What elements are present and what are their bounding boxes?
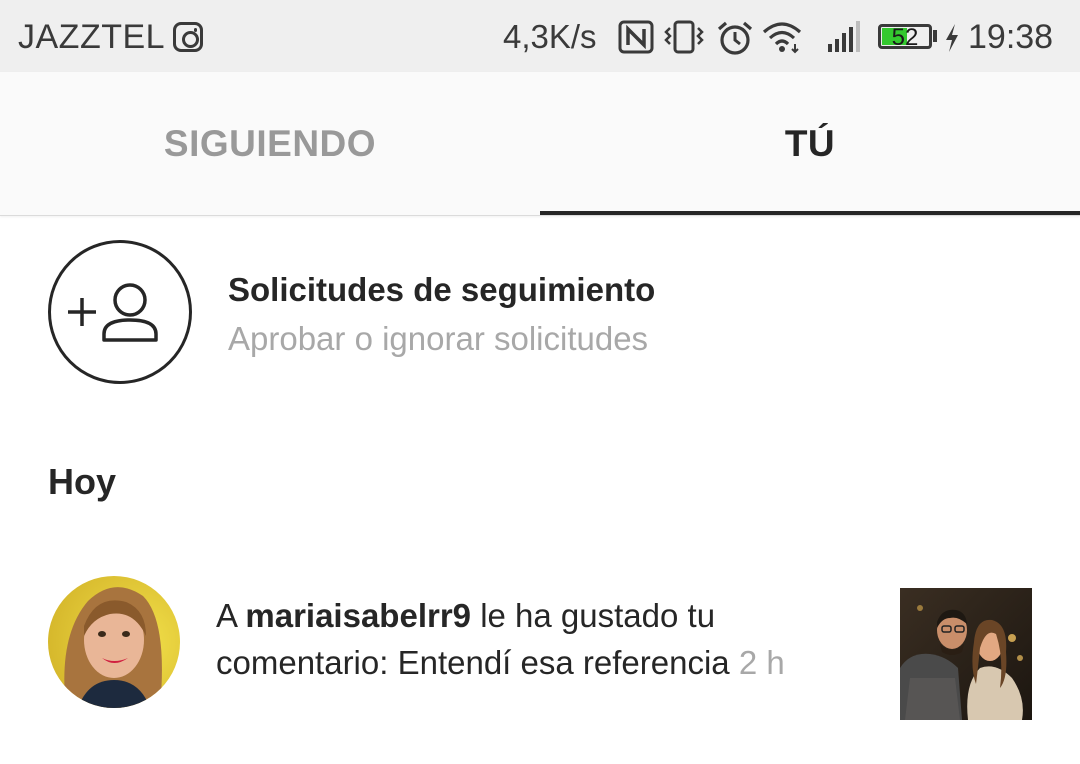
notification-timestamp: 2 h bbox=[738, 644, 785, 681]
add-person-icon bbox=[68, 283, 158, 342]
post-thumbnail[interactable] bbox=[900, 588, 1032, 720]
avatar[interactable] bbox=[48, 576, 180, 708]
signal-icon bbox=[828, 21, 860, 52]
battery-tip bbox=[933, 30, 937, 42]
alarm-icon bbox=[717, 21, 753, 55]
notification-username[interactable]: mariaisabelrr9 bbox=[245, 597, 471, 634]
wifi-icon bbox=[762, 22, 802, 54]
tab-you[interactable]: TÚ bbox=[540, 72, 1080, 216]
battery-icon: 52 bbox=[878, 24, 932, 51]
vibrate-icon bbox=[664, 20, 704, 54]
tab-following[interactable]: SIGUIENDO bbox=[0, 72, 540, 216]
follow-requests-subtitle: Aprobar o ignorar solicitudes bbox=[228, 320, 649, 357]
status-bar: JAZZTEL 4,3K/s 52 19:38 bbox=[0, 0, 1080, 72]
charging-bolt-icon bbox=[946, 24, 958, 52]
instagram-notification-icon bbox=[173, 22, 203, 52]
network-speed: 4,3K/s bbox=[503, 18, 597, 55]
notification-text: A mariaisabelrr9 le ha gustado tu coment… bbox=[216, 592, 876, 686]
user-avatar-image bbox=[48, 576, 180, 708]
battery-percentage: 52 bbox=[891, 24, 919, 51]
post-thumbnail-image bbox=[900, 588, 1032, 720]
follow-requests-title: Solicitudes de seguimiento bbox=[228, 271, 656, 308]
activity-tabs: SIGUIENDO TÚ bbox=[0, 72, 1080, 216]
nfc-icon bbox=[618, 20, 654, 54]
active-tab-indicator bbox=[540, 211, 1080, 215]
follow-requests-icon-container bbox=[48, 240, 192, 384]
section-header-today: Hoy bbox=[48, 461, 117, 502]
notification-prefix: A bbox=[216, 597, 237, 634]
clock: 19:38 bbox=[968, 18, 1054, 56]
carrier-name: JAZZTEL bbox=[18, 18, 166, 56]
